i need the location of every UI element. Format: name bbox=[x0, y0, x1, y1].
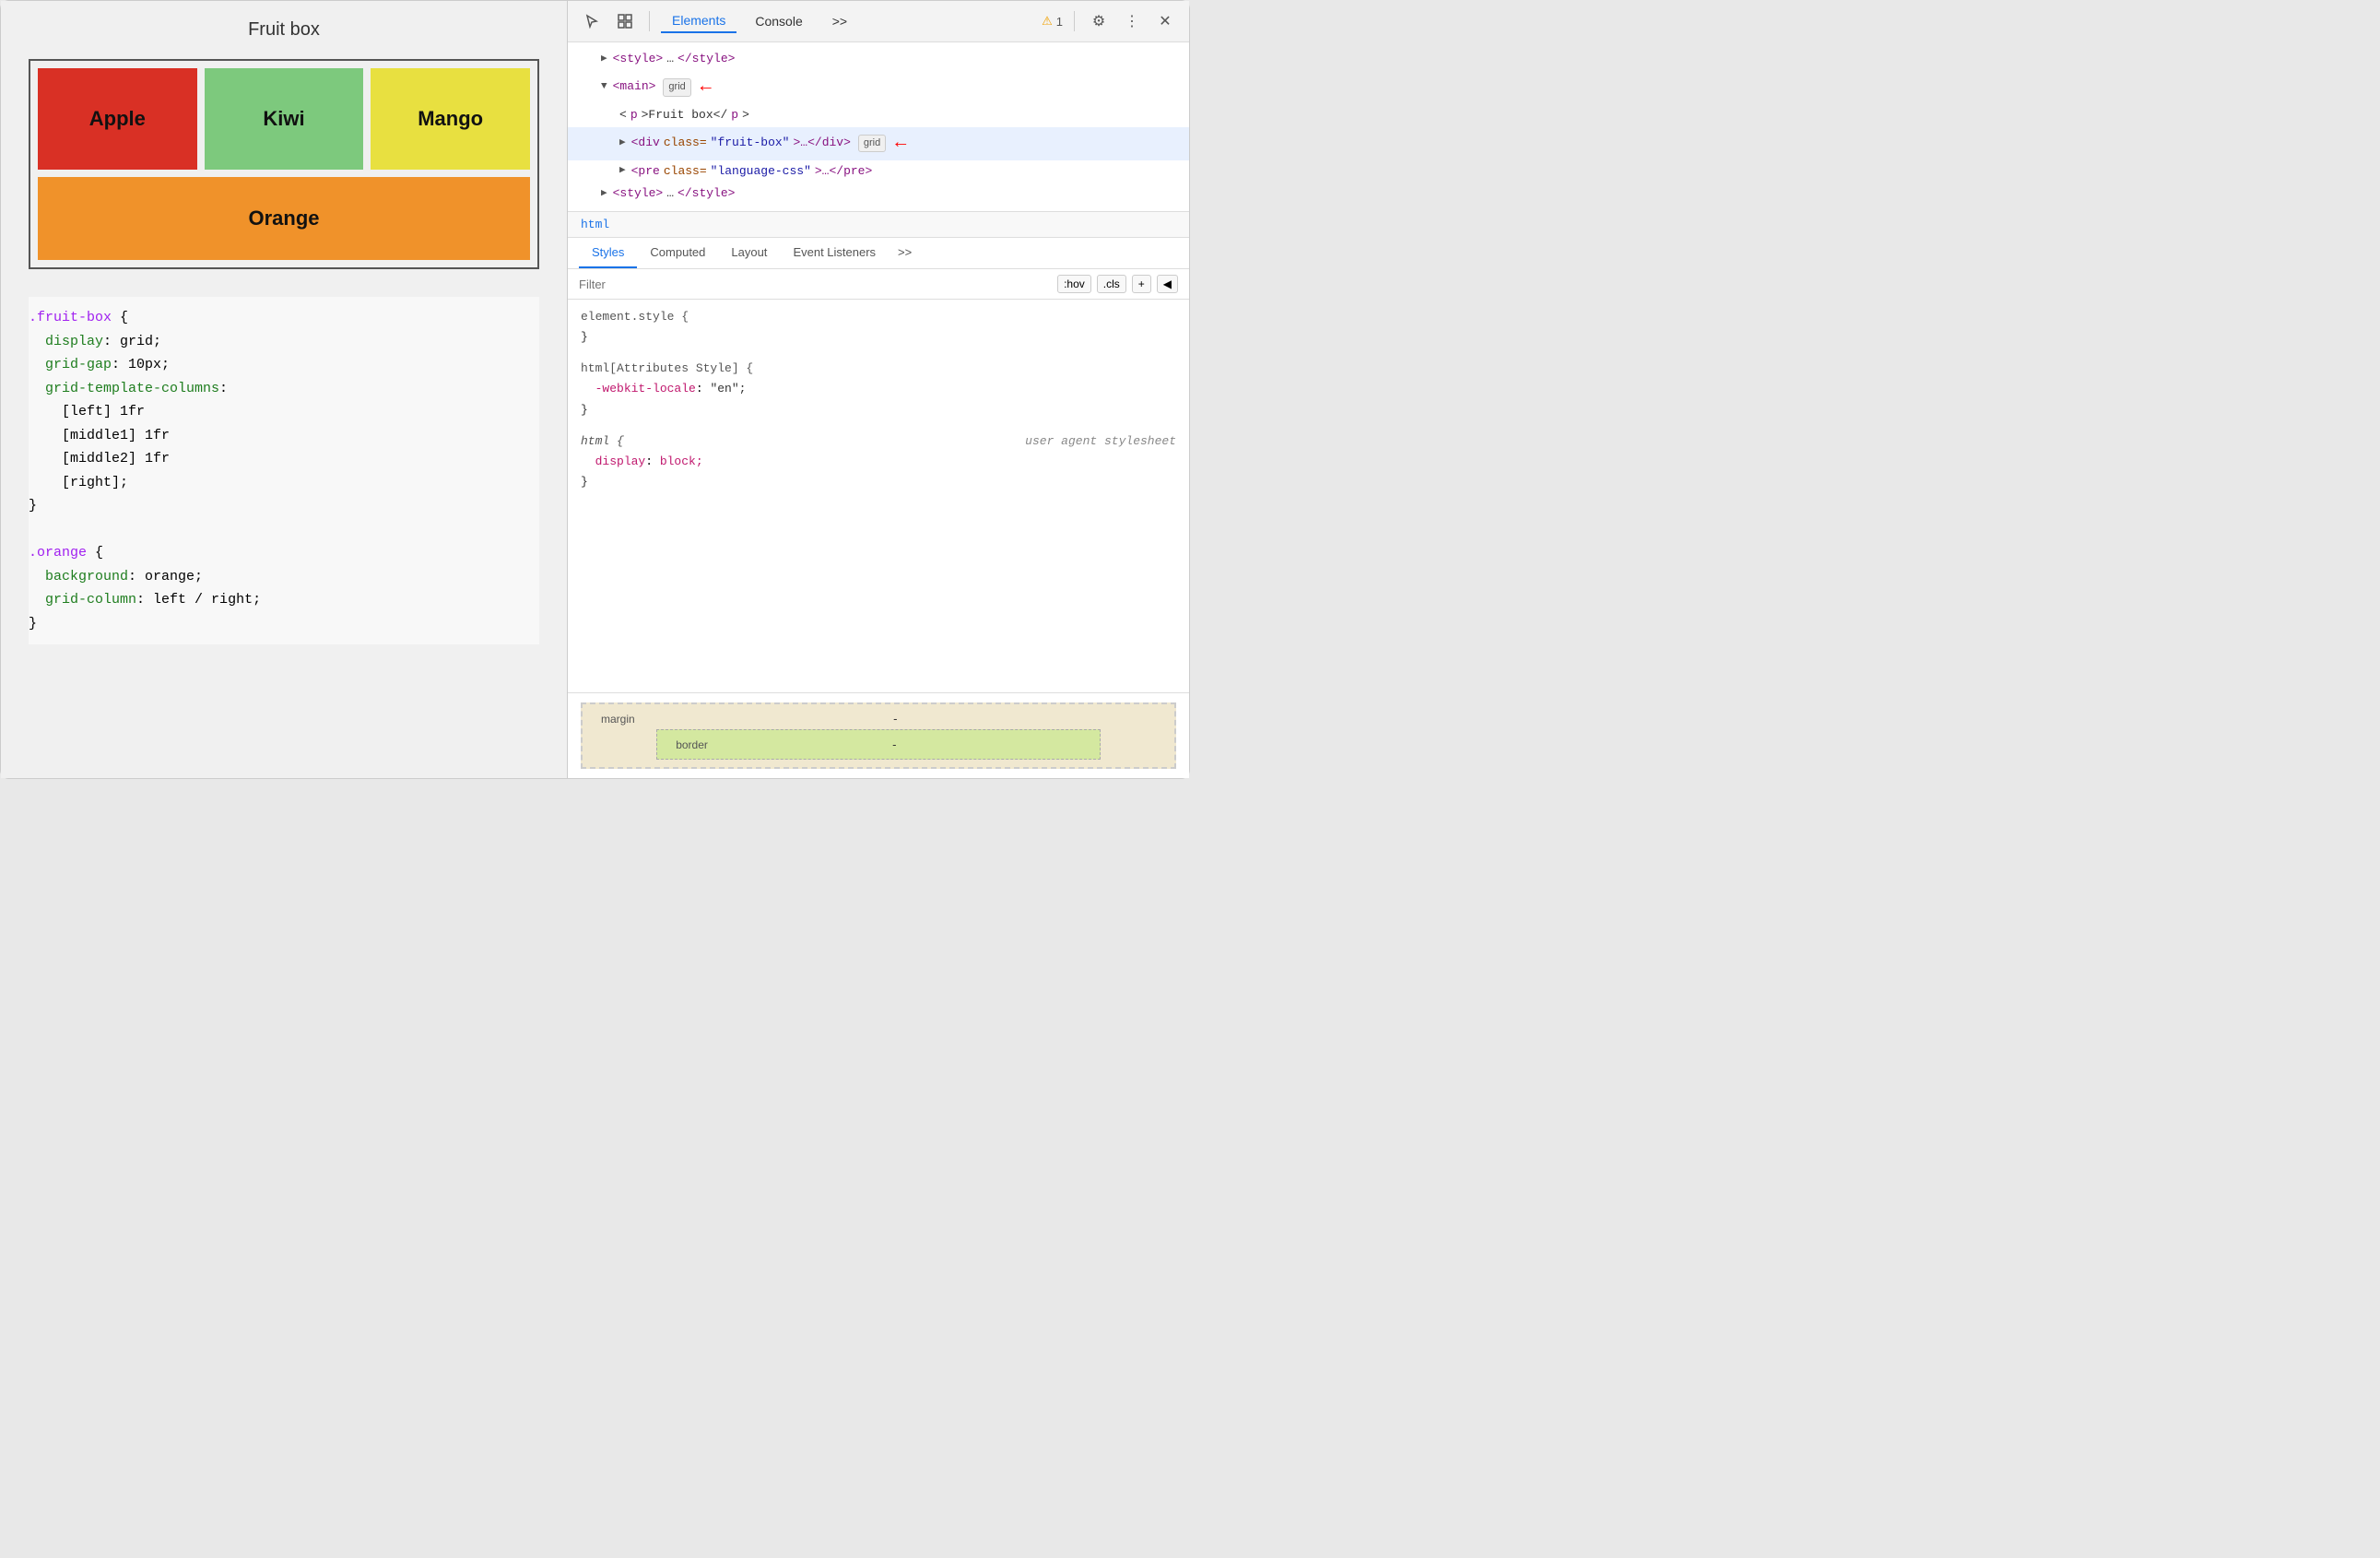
grid-badge-main[interactable]: grid bbox=[663, 78, 690, 97]
styles-section: Styles Computed Layout Event Listeners >… bbox=[568, 238, 1189, 778]
css-rule-html-attrs: html[Attributes Style] { -webkit-locale:… bbox=[581, 359, 1176, 419]
code-line bbox=[29, 518, 539, 542]
fruit-kiwi: Kiwi bbox=[205, 68, 364, 170]
code-line: [middle2] 1fr bbox=[29, 447, 539, 471]
dom-row-style2[interactable]: ▶ <style> … </style> bbox=[568, 183, 1189, 206]
css-rule-element-style: element.style { } bbox=[581, 307, 1176, 348]
devtools-toolbar: Elements Console >> ⚠ 1 ⚙ ⋮ ✕ bbox=[568, 1, 1189, 42]
inspect-icon-btn[interactable] bbox=[612, 8, 638, 34]
css-close-brace: } bbox=[581, 327, 1176, 348]
tab-styles[interactable]: Styles bbox=[579, 238, 637, 268]
close-devtools-btn[interactable]: ✕ bbox=[1152, 8, 1178, 34]
dom-row-main[interactable]: ▼ <main> grid ← bbox=[568, 71, 1189, 104]
css-close-brace2: } bbox=[581, 400, 1176, 420]
dom-arrow-div[interactable]: ▶ bbox=[619, 136, 626, 152]
fruit-mango: Mango bbox=[371, 68, 530, 170]
tab-more-styles[interactable]: >> bbox=[889, 238, 921, 268]
code-line: } bbox=[29, 612, 539, 636]
bm-inner-border: border - bbox=[656, 729, 1101, 760]
css-prop-display: display: block; bbox=[581, 452, 1176, 472]
bm-row-margin: margin - bbox=[601, 712, 1156, 726]
toolbar-divider bbox=[649, 11, 650, 31]
fruit-apple: Apple bbox=[38, 68, 197, 170]
toolbar-divider2 bbox=[1074, 11, 1075, 31]
css-close-brace3: } bbox=[581, 472, 1176, 492]
css-prop-webkit-locale: -webkit-locale: "en"; bbox=[581, 379, 1176, 399]
code-line: background: orange; bbox=[29, 565, 539, 589]
code-line: .orange { bbox=[29, 541, 539, 565]
code-line: .fruit-box { bbox=[29, 306, 539, 330]
page-title: Fruit box bbox=[29, 19, 539, 41]
hov-btn[interactable]: :hov bbox=[1057, 275, 1091, 293]
css-rule-html-ua: html { user agent stylesheet display: bl… bbox=[581, 431, 1176, 492]
filter-input[interactable] bbox=[579, 277, 1050, 291]
dom-arrow-style2[interactable]: ▶ bbox=[601, 186, 607, 203]
css-selector-line3: html { user agent stylesheet bbox=[581, 431, 1176, 452]
cursor-icon-btn[interactable] bbox=[579, 8, 605, 34]
add-style-btn[interactable]: + bbox=[1132, 275, 1151, 293]
code-line: [middle1] 1fr bbox=[29, 424, 539, 448]
dom-row-p[interactable]: <p>Fruit box</p> bbox=[568, 104, 1189, 127]
dom-row-pre[interactable]: ▶ <pre class= "language-css" >…</pre> bbox=[568, 160, 1189, 183]
warning-badge: ⚠ 1 bbox=[1042, 14, 1063, 29]
filter-actions: :hov .cls + ◀ bbox=[1057, 275, 1178, 293]
more-options-btn[interactable]: ⋮ bbox=[1119, 8, 1145, 34]
collapse-btn[interactable]: ◀ bbox=[1157, 275, 1178, 293]
red-arrow-div: ← bbox=[895, 129, 906, 159]
box-model-section: margin - border - bbox=[568, 692, 1189, 778]
code-line: [left] 1fr bbox=[29, 400, 539, 424]
code-line: grid-column: left / right; bbox=[29, 588, 539, 612]
code-line: grid-gap: 10px; bbox=[29, 353, 539, 377]
styles-tabs: Styles Computed Layout Event Listeners >… bbox=[568, 238, 1189, 269]
css-rules: element.style { } html[Attributes Style]… bbox=[568, 300, 1189, 692]
html-breadcrumb[interactable]: html bbox=[568, 212, 1189, 238]
tab-elements[interactable]: Elements bbox=[661, 9, 736, 33]
settings-icon-btn[interactable]: ⚙ bbox=[1086, 8, 1112, 34]
dom-arrow-pre[interactable]: ▶ bbox=[619, 163, 626, 180]
css-code-area: .fruit-box { display: grid; grid-gap: 10… bbox=[29, 297, 539, 644]
code-line: display: grid; bbox=[29, 330, 539, 354]
css-selector-line2: html[Attributes Style] { bbox=[581, 359, 1176, 379]
box-model-visual: margin - border - bbox=[581, 702, 1176, 769]
fruit-orange: Orange bbox=[38, 177, 530, 260]
tab-layout[interactable]: Layout bbox=[718, 238, 780, 268]
dom-arrow[interactable]: ▶ bbox=[601, 52, 607, 68]
dom-row-fruit-box[interactable]: ▶ <div class= "fruit-box" >…</div> grid … bbox=[568, 127, 1189, 160]
code-line: [right]; bbox=[29, 471, 539, 495]
css-selector-line: element.style { bbox=[581, 307, 1176, 327]
fruit-box-visual: Apple Kiwi Mango Orange bbox=[29, 59, 539, 269]
code-line: grid-template-columns: bbox=[29, 377, 539, 401]
code-line: } bbox=[29, 494, 539, 518]
tab-console[interactable]: Console bbox=[744, 10, 813, 32]
right-panel: Elements Console >> ⚠ 1 ⚙ ⋮ ✕ ▶ <style> … bbox=[568, 1, 1189, 778]
bm-row-border: border - bbox=[676, 738, 1081, 751]
dom-arrow-main[interactable]: ▼ bbox=[601, 79, 607, 96]
grid-badge-div[interactable]: grid bbox=[858, 135, 886, 153]
red-arrow-main: ← bbox=[701, 73, 712, 102]
tab-event-listeners[interactable]: Event Listeners bbox=[780, 238, 889, 268]
tab-computed[interactable]: Computed bbox=[637, 238, 718, 268]
left-panel: Fruit box Apple Kiwi Mango Orange .fruit… bbox=[1, 1, 568, 778]
dom-tree: ▶ <style> … </style> ▼ <main> grid ← <p>… bbox=[568, 42, 1189, 212]
styles-filter-bar: :hov .cls + ◀ bbox=[568, 269, 1189, 300]
dom-row-style1[interactable]: ▶ <style> … </style> bbox=[568, 48, 1189, 71]
cls-btn[interactable]: .cls bbox=[1097, 275, 1126, 293]
tab-more[interactable]: >> bbox=[821, 10, 858, 32]
